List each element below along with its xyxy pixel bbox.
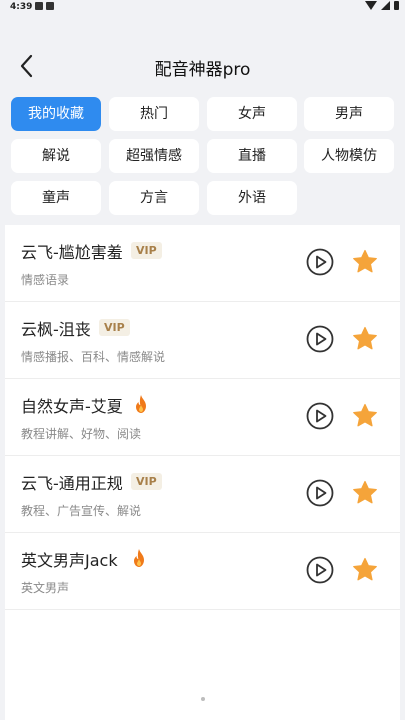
category-chip-foreign[interactable]: 外语 bbox=[207, 181, 297, 215]
play-circle-icon bbox=[306, 248, 334, 276]
category-chip-hot[interactable]: 热门 bbox=[109, 97, 199, 131]
play-circle-icon bbox=[306, 402, 334, 430]
signal-icon bbox=[381, 1, 390, 10]
voice-description: 教程、广告宣传、解说 bbox=[21, 504, 142, 518]
category-chip-male[interactable]: 男声 bbox=[304, 97, 394, 131]
voice-row[interactable]: 云飞-通用正规 VIP 教程、广告宣传、解说 bbox=[5, 456, 400, 533]
play-button[interactable] bbox=[306, 479, 334, 507]
play-button[interactable] bbox=[306, 556, 334, 584]
favorite-button[interactable] bbox=[352, 557, 378, 583]
star-icon bbox=[353, 403, 377, 427]
voice-row[interactable]: 英文男声Jack 英文男声 bbox=[5, 533, 400, 610]
voice-name: 云飞-尴尬害羞 bbox=[21, 243, 123, 262]
category-chip-live[interactable]: 直播 bbox=[207, 139, 297, 173]
category-chips: 我的收藏 热门 女声 男声 解说 超强情感 直播 人物模仿 童声 方言 外语 bbox=[5, 95, 400, 225]
star-icon bbox=[353, 249, 377, 273]
voice-description: 情感语录 bbox=[21, 273, 70, 287]
category-chip-female[interactable]: 女声 bbox=[207, 97, 297, 131]
status-bar: 4:39 bbox=[0, 0, 405, 15]
play-button[interactable] bbox=[306, 402, 334, 430]
fire-icon bbox=[136, 395, 146, 413]
star-icon bbox=[353, 480, 377, 504]
category-chip-children[interactable]: 童声 bbox=[11, 181, 101, 215]
favorite-button[interactable] bbox=[352, 249, 378, 275]
category-chip-dialect[interactable]: 方言 bbox=[109, 181, 199, 215]
play-circle-icon bbox=[306, 325, 334, 353]
voice-description: 英文男声 bbox=[21, 581, 70, 595]
category-chip-emotional[interactable]: 超强情感 bbox=[109, 139, 199, 173]
voice-list: 云飞-尴尬害羞 VIP 情感语录 云枫-沮丧 VIP 情感播报、百科、情感解说 … bbox=[5, 225, 400, 610]
voice-row[interactable]: 云枫-沮丧 VIP 情感播报、百科、情感解说 bbox=[5, 302, 400, 379]
wifi-icon bbox=[365, 1, 377, 10]
voice-description: 情感播报、百科、情感解说 bbox=[21, 350, 166, 364]
voice-name: 云枫-沮丧 bbox=[21, 320, 91, 339]
status-time: 4:39 bbox=[10, 2, 33, 12]
voice-name: 英文男声Jack bbox=[21, 551, 118, 570]
star-icon bbox=[353, 557, 377, 581]
main-content: 配音神器pro 我的收藏 热门 女声 男声 解说 超强情感 直播 人物模仿 童声… bbox=[5, 15, 400, 720]
fire-icon bbox=[134, 549, 144, 567]
star-icon bbox=[353, 326, 377, 350]
category-chip-commentary[interactable]: 解说 bbox=[11, 139, 101, 173]
category-chip-favorites[interactable]: 我的收藏 bbox=[11, 97, 101, 131]
favorite-button[interactable] bbox=[352, 403, 378, 429]
favorite-button[interactable] bbox=[352, 480, 378, 506]
favorite-button[interactable] bbox=[352, 326, 378, 352]
vip-badge: VIP bbox=[131, 473, 162, 490]
notification-icon bbox=[46, 2, 54, 10]
notification-icon bbox=[35, 2, 43, 10]
play-circle-icon bbox=[306, 479, 334, 507]
play-circle-icon bbox=[306, 556, 334, 584]
page-title: 配音神器pro bbox=[154, 60, 251, 80]
battery-icon bbox=[394, 1, 399, 10]
vip-badge: VIP bbox=[131, 242, 162, 259]
voice-name: 自然女声-艾夏 bbox=[21, 397, 123, 416]
vip-badge: VIP bbox=[99, 319, 130, 336]
play-button[interactable] bbox=[306, 325, 334, 353]
play-button[interactable] bbox=[306, 248, 334, 276]
system-icons bbox=[365, 1, 399, 10]
voice-row[interactable]: 云飞-尴尬害羞 VIP 情感语录 bbox=[5, 225, 400, 302]
voice-description: 教程讲解、好物、阅读 bbox=[21, 427, 142, 441]
header: 配音神器pro bbox=[5, 15, 400, 95]
page-indicator-dot bbox=[201, 697, 205, 701]
voice-name: 云飞-通用正规 bbox=[21, 474, 123, 493]
voice-row[interactable]: 自然女声-艾夏 教程讲解、好物、阅读 bbox=[5, 379, 400, 456]
category-chip-impression[interactable]: 人物模仿 bbox=[304, 139, 394, 173]
notification-icons bbox=[35, 2, 54, 10]
app-frame: 4:39 配音神器pro 我的收藏 热门 女声 男声 解说 超强情感 直播 人物… bbox=[0, 0, 405, 720]
